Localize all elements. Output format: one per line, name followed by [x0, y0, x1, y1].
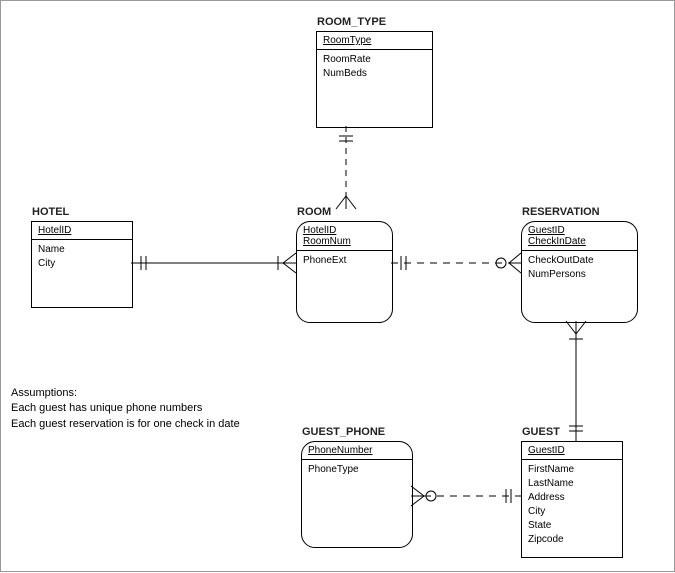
entity-room: ROOM HotelID RoomNum PhoneExt — [296, 221, 393, 323]
entity-pk: HotelID RoomNum — [297, 222, 392, 251]
entity-attrs: FirstName LastName Address City State Zi… — [522, 460, 622, 550]
entity-title: HOTEL — [32, 206, 69, 218]
entity-guest-phone: GUEST_PHONE PhoneNumber PhoneType — [301, 441, 413, 548]
entity-attrs: Name City — [32, 240, 132, 274]
entity-attrs: RoomRate NumBeds — [317, 50, 432, 84]
assumptions-text: Assumptions: Each guest has unique phone… — [11, 386, 240, 432]
entity-title: RESERVATION — [522, 206, 600, 218]
rel-guestphone-guest — [411, 486, 521, 506]
entity-attrs: PhoneType — [302, 460, 412, 480]
entity-pk: GuestID — [522, 442, 622, 460]
entity-pk: GuestID CheckInDate — [522, 222, 637, 251]
entity-attrs: PhoneExt — [297, 251, 392, 271]
entity-pk: RoomType — [317, 32, 432, 50]
entity-title: GUEST — [522, 426, 560, 438]
entity-title: GUEST_PHONE — [302, 426, 385, 438]
entity-room-type: ROOM_TYPE RoomType RoomRate NumBeds — [316, 31, 433, 128]
entity-attrs: CheckOutDate NumPersons — [522, 251, 637, 285]
er-diagram: ROOM_TYPE RoomType RoomRate NumBeds HOTE… — [1, 1, 674, 571]
entity-reservation: RESERVATION GuestID CheckInDate CheckOut… — [521, 221, 638, 323]
entity-hotel: HOTEL HotelID Name City — [31, 221, 133, 308]
entity-title: ROOM — [297, 206, 331, 218]
rel-roomtype-room — [336, 126, 356, 209]
rel-room-reservation — [391, 253, 521, 273]
rel-hotel-room — [131, 253, 296, 273]
entity-title: ROOM_TYPE — [317, 16, 386, 28]
entity-pk: HotelID — [32, 222, 132, 240]
rel-reservation-guest — [566, 321, 586, 441]
entity-guest: GUEST GuestID FirstName LastName Address… — [521, 441, 623, 558]
entity-pk: PhoneNumber — [302, 442, 412, 460]
